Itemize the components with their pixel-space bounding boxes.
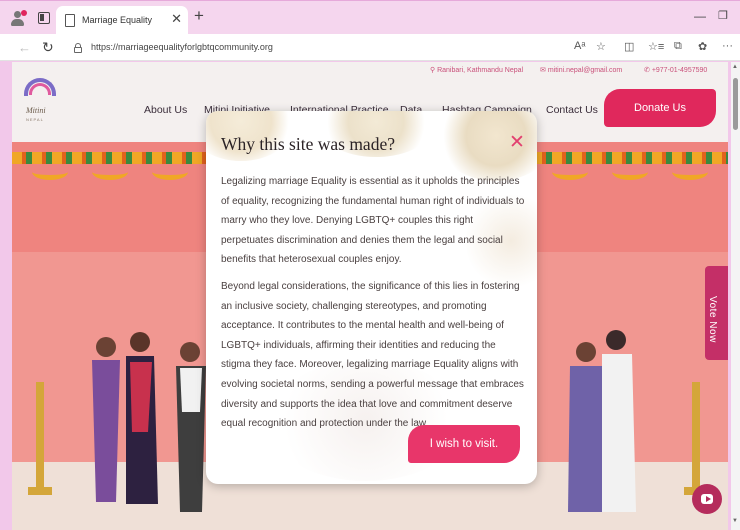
page-icon bbox=[65, 14, 75, 27]
tab-marriage-equality[interactable]: Marriage Equality ✕ bbox=[56, 6, 188, 35]
donate-button[interactable]: Donate Us bbox=[604, 89, 716, 127]
tab-close-icon[interactable]: ✕ bbox=[171, 12, 182, 25]
scroll-down-arrow[interactable]: ▼ bbox=[732, 518, 738, 524]
modal-title: Why this site was made? bbox=[221, 134, 395, 154]
lock-icon bbox=[74, 43, 82, 53]
location-text: ⚲ Ranibari, Kathmandu Nepal bbox=[430, 67, 524, 74]
minimize-icon[interactable]: — bbox=[694, 9, 706, 23]
url-field[interactable]: https://marriageequalityforlgbtqcommunit… bbox=[66, 37, 614, 58]
logo-subtext: NEPAL bbox=[26, 117, 44, 122]
email-link[interactable]: ✉ mitini.nepal@gmail.com bbox=[540, 66, 622, 74]
read-aloud-icon[interactable]: Aᵃ bbox=[574, 40, 585, 52]
tab-actions-icon[interactable] bbox=[38, 12, 50, 24]
tab-title: Marriage Equality bbox=[82, 15, 153, 25]
address-bar: ← ↻ https://marriageequalityforlgbtqcomm… bbox=[0, 34, 740, 61]
scroll-up-arrow[interactable]: ▲ bbox=[732, 64, 738, 70]
modal-paragraph-2: Beyond legal considerations, the signifi… bbox=[221, 281, 524, 430]
youtube-icon[interactable] bbox=[692, 484, 722, 514]
profile-icon[interactable] bbox=[10, 10, 27, 26]
new-tab-button[interactable]: + bbox=[194, 7, 204, 25]
browser-tab-bar: Marriage Equality ✕ + — ❐ bbox=[0, 0, 740, 35]
visit-button[interactable]: I wish to visit. bbox=[408, 425, 520, 463]
nav-contact-us[interactable]: Contact Us bbox=[546, 104, 598, 116]
url-text: https://marriageequalityforlgbtqcommunit… bbox=[91, 42, 273, 52]
favorites-list-icon[interactable]: ☆≡ bbox=[648, 40, 664, 53]
more-menu-icon[interactable]: ··· bbox=[722, 40, 733, 52]
info-modal: Why this site was made? ✕ Legalizing mar… bbox=[206, 111, 537, 484]
nav-about-us[interactable]: About Us bbox=[144, 104, 187, 116]
modal-paragraph-1: Legalizing marriage Equality is essentia… bbox=[221, 176, 525, 266]
split-screen-icon[interactable]: ◫ bbox=[624, 40, 634, 53]
page-scrollbar[interactable]: ▲ ▼ bbox=[731, 62, 740, 530]
close-icon[interactable]: ✕ bbox=[509, 133, 525, 152]
scroll-thumb[interactable] bbox=[733, 78, 738, 130]
phone-link[interactable]: ✆ +977-01-4957590 bbox=[644, 66, 707, 74]
extensions-icon[interactable]: ✿ bbox=[698, 40, 707, 53]
vote-now-tab[interactable]: Vote Now bbox=[705, 266, 728, 360]
restore-icon[interactable]: ❐ bbox=[718, 9, 728, 22]
favorite-star-icon[interactable]: ☆ bbox=[596, 40, 606, 53]
mitini-logo[interactable]: Mitini NEPAL bbox=[24, 72, 60, 122]
vote-now-label: Vote Now bbox=[707, 296, 718, 343]
back-button[interactable]: ← bbox=[18, 40, 31, 55]
logo-text: Mitini bbox=[26, 106, 46, 115]
collections-icon[interactable]: ⧉ bbox=[674, 40, 682, 53]
reload-button[interactable]: ↻ bbox=[42, 39, 54, 56]
